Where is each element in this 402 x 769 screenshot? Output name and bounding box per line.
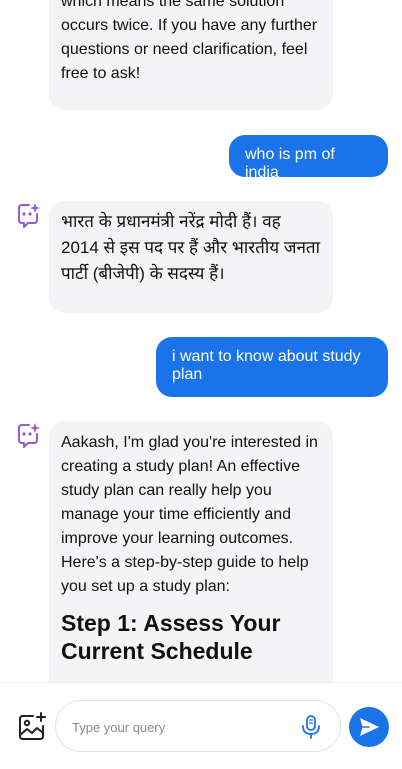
image-add-icon[interactable]: [16, 711, 48, 743]
send-button[interactable]: [349, 707, 389, 747]
bot-message-text: Aakash, I'm glad you're interested in cr…: [61, 434, 318, 595]
chat-thread: which means the same solution occurs twi…: [0, 0, 402, 682]
bot-message: Aakash, I'm glad you're interested in cr…: [49, 421, 333, 682]
query-field: [55, 700, 341, 752]
composer-bar: [0, 682, 402, 769]
user-message-text: who is pm of india: [245, 146, 335, 181]
bot-message-heading: Step 1: Assess Your Current Schedule: [61, 610, 281, 664]
bot-message: which means the same solution occurs twi…: [49, 0, 333, 110]
query-input[interactable]: [70, 715, 294, 739]
bot-message-text: which means the same solution occurs twi…: [61, 0, 318, 82]
send-icon: [360, 718, 379, 736]
sparkle-chat-icon: [18, 203, 40, 228]
user-message: who is pm of india: [229, 135, 388, 181]
microphone-icon[interactable]: [300, 714, 322, 740]
bot-message: भारत के प्रधानमंत्री नरेंद्र मोदी हैं। व…: [49, 201, 333, 313]
sparkle-chat-icon: [18, 423, 40, 448]
bot-message-text: भारत के प्रधानमंत्री नरेंद्र मोदी हैं। व…: [61, 212, 320, 283]
user-message: i want to know about study plan: [156, 337, 388, 397]
user-message-text: i want to know about study plan: [172, 348, 361, 383]
